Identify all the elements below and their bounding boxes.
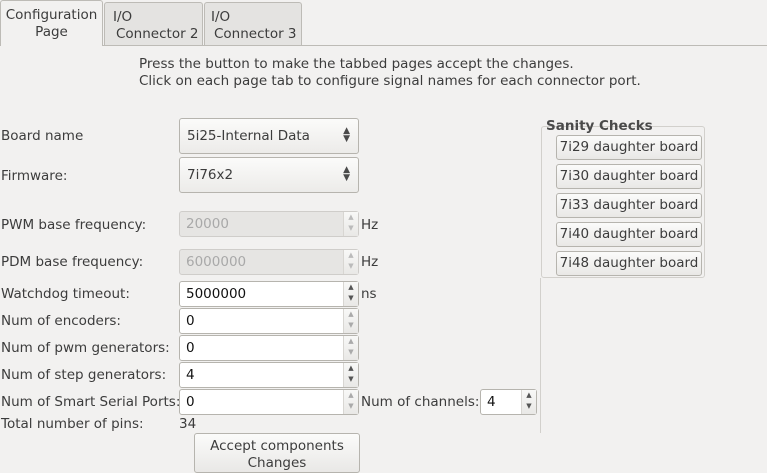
sanity-checks-title: Sanity Checks xyxy=(546,118,653,134)
spin-arrows-icon[interactable]: ▲ ▼ xyxy=(343,282,358,306)
watchdog-spin[interactable]: 5000000 ▲ ▼ xyxy=(179,281,359,307)
sanity-7i29-button[interactable]: 7i29 daughter board xyxy=(556,135,702,160)
total-pins-value: 34 xyxy=(179,416,197,432)
spin-arrows-icon[interactable]: ▲ ▼ xyxy=(343,363,358,387)
accept-label-line1: Accept components xyxy=(210,438,344,454)
spin-arrows-icon[interactable]: ▲ ▼ xyxy=(521,390,536,414)
accept-changes-button[interactable]: Accept components Changes xyxy=(194,433,360,473)
watchdog-unit: ns xyxy=(361,286,377,302)
board-name-combo[interactable]: 5i25-Internal Data ▲ ▼ xyxy=(179,118,359,154)
sanity-7i33-button[interactable]: 7i33 daughter board xyxy=(556,193,702,218)
pdm-frequency-label: PDM base frequency: xyxy=(1,254,144,270)
board-name-label: Board name xyxy=(1,128,84,144)
sanity-7i40-button[interactable]: 7i40 daughter board xyxy=(556,222,702,247)
pdm-frequency-spin[interactable]: 6000000 ▲ ▼ xyxy=(179,249,359,275)
encoders-label: Num of encoders: xyxy=(1,313,121,329)
board-name-value: 5i25-Internal Data xyxy=(187,128,310,144)
combo-arrows-icon: ▲ ▼ xyxy=(343,126,350,144)
tab-configuration-page[interactable]: Configuration Page xyxy=(0,0,103,46)
pwm-generators-value: 0 xyxy=(186,340,195,356)
combo-arrows-icon: ▲ ▼ xyxy=(343,165,350,183)
pdm-frequency-value: 6000000 xyxy=(186,254,247,270)
tab-label-line1: I/O xyxy=(113,9,133,25)
sanity-7i48-button[interactable]: 7i48 daughter board xyxy=(556,251,702,276)
instruction-line-1: Press the button to make the tabbed page… xyxy=(139,56,574,72)
encoders-spin[interactable]: 0 ▲ ▼ xyxy=(179,308,359,334)
spin-arrows-icon[interactable]: ▲ ▼ xyxy=(343,336,358,360)
tab-label-line2: Connector 3 xyxy=(214,26,297,42)
firmware-label: Firmware: xyxy=(1,168,68,184)
channels-label: Num of channels: xyxy=(361,394,480,410)
smart-serial-spin[interactable]: 0 ▲ ▼ xyxy=(179,389,359,415)
encoders-value: 0 xyxy=(186,313,195,329)
instruction-line-2: Click on each page tab to configure sign… xyxy=(139,73,641,89)
firmware-value: 7i76x2 xyxy=(187,167,234,183)
pwm-generators-label: Num of pwm generators: xyxy=(1,340,170,356)
tab-label-line2: Page xyxy=(35,24,68,40)
tab-divider xyxy=(0,45,767,46)
sanity-7i30-button[interactable]: 7i30 daughter board xyxy=(556,164,702,189)
tab-io-connector-2[interactable]: I/O Connector 2 xyxy=(104,2,203,45)
watchdog-value: 5000000 xyxy=(186,286,247,302)
channels-value: 4 xyxy=(487,394,496,410)
watchdog-label: Watchdog timeout: xyxy=(1,286,130,302)
tab-label-line1: Configuration xyxy=(5,7,98,23)
pwm-frequency-label: PWM base frequency: xyxy=(1,217,147,233)
tab-io-connector-3[interactable]: I/O Connector 3 xyxy=(204,2,302,45)
total-pins-label: Total number of pins: xyxy=(1,416,144,432)
smart-serial-value: 0 xyxy=(186,394,195,410)
instructions: Press the button to make the tabbed page… xyxy=(139,56,641,90)
separator xyxy=(540,278,541,433)
channels-spin[interactable]: 4 ▲ ▼ xyxy=(480,389,537,415)
smart-serial-label: Num of Smart Serial Ports: xyxy=(1,394,181,410)
pdm-unit: Hz xyxy=(361,254,379,270)
spin-arrows-icon[interactable]: ▲ ▼ xyxy=(343,390,358,414)
tab-label-line2: Connector 2 xyxy=(116,26,199,42)
step-generators-spin[interactable]: 4 ▲ ▼ xyxy=(179,362,359,388)
spin-arrows-icon[interactable]: ▲ ▼ xyxy=(343,309,358,333)
step-generators-label: Num of step generators: xyxy=(1,367,167,383)
pwm-frequency-value: 20000 xyxy=(186,216,229,232)
pwm-unit: Hz xyxy=(361,217,379,233)
firmware-combo[interactable]: 7i76x2 ▲ ▼ xyxy=(179,157,359,193)
spin-arrows-icon: ▲ ▼ xyxy=(343,250,358,274)
pwm-frequency-spin[interactable]: 20000 ▲ ▼ xyxy=(179,211,359,237)
step-generators-value: 4 xyxy=(186,367,195,383)
tab-label-line1: I/O xyxy=(211,9,231,25)
spin-arrows-icon: ▲ ▼ xyxy=(343,212,358,236)
pwm-generators-spin[interactable]: 0 ▲ ▼ xyxy=(179,335,359,361)
tab-bar: Configuration Page I/O Connector 2 I/O C… xyxy=(0,0,767,46)
